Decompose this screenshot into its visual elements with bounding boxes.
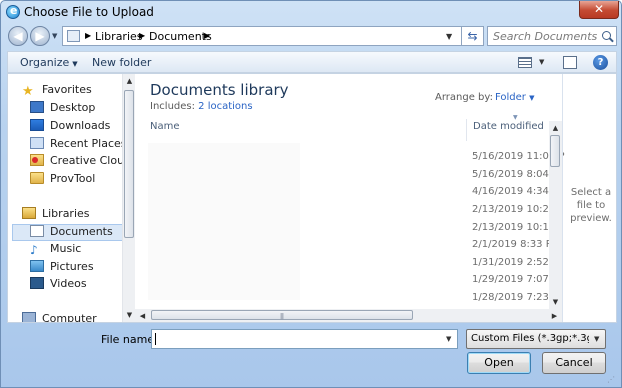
preview-pane-icon[interactable]: [563, 56, 577, 69]
arrange-by-label: Arrange by:: [435, 92, 493, 103]
file-date[interactable]: 1/28/2019 7:23 PI: [472, 292, 561, 303]
arrange-by-dropdown[interactable]: Folder ▼: [495, 92, 534, 103]
file-date[interactable]: 1/29/2019 7:07 PI: [472, 274, 561, 285]
organize-button[interactable]: Organize ▼: [20, 56, 78, 69]
file-date[interactable]: 5/16/2019 8:04 PI: [472, 169, 561, 180]
sidebar-header-favorites[interactable]: ★ Favorites: [22, 83, 126, 100]
refresh-button[interactable]: ⇆: [462, 26, 484, 46]
pictures-icon: [30, 260, 44, 272]
address-bar[interactable]: ▶ Libraries ▶ Documents ▶ ▼: [62, 26, 462, 46]
command-bar: Organize ▼ New folder ▼ ?: [7, 51, 617, 73]
folder-icon: [67, 30, 80, 42]
chevron-right-icon[interactable]: ▶: [85, 31, 91, 40]
file-date[interactable]: 1/31/2019 2:52 PI: [472, 257, 561, 268]
chevron-down-icon[interactable]: ▼: [594, 335, 599, 343]
column-header-name[interactable]: Name: [150, 121, 180, 141]
horizontal-scrollbar[interactable]: ◀ ||| ▶: [135, 309, 562, 322]
help-icon[interactable]: ?: [593, 55, 608, 70]
star-icon: ★: [22, 84, 34, 99]
desktop-icon: [30, 101, 44, 113]
sidebar-item-desktop[interactable]: Desktop: [30, 101, 130, 118]
content-area: ★ Favorites Desktop Downloads Recent Plac…: [7, 73, 617, 323]
text-cursor: [155, 333, 156, 345]
close-button[interactable]: ✕: [579, 1, 619, 19]
sidebar-item-provtool[interactable]: ProvTool: [30, 172, 130, 189]
sort-indicator-icon: ▼: [513, 114, 518, 121]
computer-icon: [22, 312, 36, 322]
sidebar-item-creative-cloud[interactable]: Creative Cloud Fil: [30, 154, 130, 171]
search-input[interactable]: Search Documents: [487, 26, 617, 46]
chevron-down-icon[interactable]: ▼: [446, 335, 451, 343]
cancel-button[interactable]: Cancel: [542, 352, 606, 374]
videos-icon: [30, 277, 44, 289]
scroll-up-arrow[interactable]: ▲: [549, 121, 562, 135]
documents-icon: [30, 225, 44, 237]
file-date[interactable]: 2/1/2019 8:33 PM: [472, 239, 560, 250]
recent-places-icon: [30, 137, 44, 149]
chevron-down-icon[interactable]: ▼: [539, 58, 544, 66]
breadcrumb-libraries[interactable]: Libraries: [95, 30, 143, 43]
search-icon[interactable]: [602, 31, 611, 40]
scroll-thumb[interactable]: |||: [151, 310, 413, 320]
file-type-value: Custom Files (*.3gp;*.3g2;*.a: [471, 333, 589, 344]
file-name-label: File name:: [101, 333, 158, 346]
file-date[interactable]: 2/13/2019 10:10 I: [472, 222, 561, 233]
forward-button[interactable]: ▶: [30, 26, 50, 46]
browser-icon: [6, 4, 20, 19]
library-includes: Includes: 2 locations: [150, 101, 253, 112]
title-bar: Choose File to Upload ✕: [1, 1, 621, 23]
creative-cloud-icon: [30, 154, 44, 166]
sidebar-header-libraries[interactable]: Libraries: [22, 207, 126, 224]
chevron-right-icon[interactable]: ▶: [139, 31, 145, 40]
file-name-input[interactable]: ▼: [151, 329, 458, 349]
window-title: Choose File to Upload: [24, 5, 154, 19]
chevron-right-icon[interactable]: ▶: [204, 31, 210, 40]
libraries-icon: [22, 207, 36, 219]
dialog-window: Choose File to Upload ✕ ◀ ▶ ▼ ▶ Librarie…: [0, 0, 622, 388]
file-date[interactable]: 2/13/2019 10:25 I: [472, 204, 561, 215]
scroll-thumb[interactable]: [550, 135, 560, 167]
new-folder-button[interactable]: New folder: [92, 56, 151, 69]
music-icon: ♪: [30, 243, 38, 257]
sidebar-item-recent-places[interactable]: Recent Places: [30, 137, 130, 154]
column-header-date[interactable]: Date modified: [473, 121, 544, 141]
locations-link[interactable]: 2 locations: [198, 101, 252, 112]
library-title: Documents library: [150, 81, 289, 99]
sidebar-item-downloads[interactable]: Downloads: [30, 119, 130, 136]
preview-divider[interactable]: [562, 74, 563, 322]
file-list-scrollbar[interactable]: ▲ ▼: [549, 121, 562, 309]
sidebar-item-videos[interactable]: Videos: [30, 277, 130, 294]
search-placeholder: Search Documents: [493, 30, 598, 43]
file-type-select[interactable]: Custom Files (*.3gp;*.3g2;*.a ▼: [466, 329, 606, 349]
scroll-down-arrow[interactable]: ▼: [549, 295, 562, 309]
scroll-right-arrow[interactable]: ▶: [548, 309, 561, 323]
scroll-up-arrow[interactable]: ▲: [123, 74, 136, 88]
recent-locations-dropdown[interactable]: ▼: [52, 32, 57, 40]
navigation-pane: ★ Favorites Desktop Downloads Recent Plac…: [8, 74, 130, 322]
scroll-thumb[interactable]: [124, 90, 134, 238]
sidebar-item-documents[interactable]: Documents: [12, 224, 124, 241]
file-date[interactable]: 4/16/2019 4:34 PI: [472, 186, 561, 197]
folder-icon: [30, 172, 44, 184]
navigation-scrollbar[interactable]: ▲ ▼: [122, 74, 135, 322]
file-list[interactable]: 5/16/2019 11:07 P 5/16/2019 8:04 PI 4/16…: [148, 143, 564, 313]
sidebar-item-music[interactable]: ♪ Music: [30, 242, 130, 259]
views-icon[interactable]: [518, 57, 532, 68]
resize-grip-icon[interactable]: ⋰: [607, 375, 615, 384]
back-button[interactable]: ◀: [8, 26, 28, 46]
sidebar-item-computer[interactable]: Computer: [22, 312, 126, 322]
preview-message: Select a file to preview.: [570, 187, 612, 224]
breadcrumb-documents[interactable]: Documents: [149, 30, 212, 43]
chevron-down-icon[interactable]: ▼: [446, 32, 452, 41]
scroll-left-arrow[interactable]: ◀: [136, 309, 149, 323]
open-button[interactable]: Open: [467, 352, 531, 374]
column-divider[interactable]: [466, 119, 467, 141]
downloads-icon: [30, 119, 44, 131]
file-names-area[interactable]: [148, 143, 300, 300]
sidebar-item-pictures[interactable]: Pictures: [30, 260, 130, 277]
